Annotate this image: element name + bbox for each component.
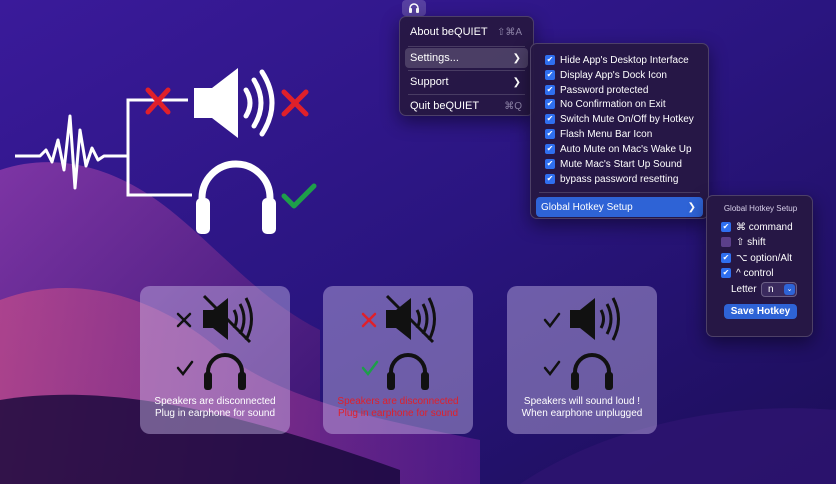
option-bypass-password-reset[interactable]: ✔ bypass password resetting	[545, 172, 678, 186]
checkbox-checked-icon: ✔	[545, 174, 555, 184]
menu-item-support[interactable]: Support ❯	[405, 72, 528, 92]
caption-line-1: Speakers will sound loud !	[523, 396, 641, 407]
option-mute-startup-sound[interactable]: ✔ Mute Mac's Start Up Sound	[545, 157, 682, 171]
card-caption: Speakers are disconnected Plug in earpho…	[323, 396, 473, 420]
headphones-icon	[204, 353, 246, 390]
speaker-icon	[194, 68, 275, 138]
chevron-right-icon: ❯	[687, 201, 696, 213]
modifier-shift[interactable]: ✔ ⇧ shift	[721, 235, 766, 249]
checkbox-checked-icon: ✔	[721, 222, 731, 232]
caption-line-1: Speakers are disconnected	[337, 396, 459, 407]
menu-separator	[539, 192, 700, 193]
option-label: Mute Mac's Start Up Sound	[560, 158, 682, 170]
menu-item-label: About beQUIET	[410, 26, 488, 38]
audio-routing-illustration	[15, 68, 317, 234]
headphones-icon	[196, 160, 276, 234]
letter-value: n	[768, 284, 774, 295]
cross-icon	[281, 89, 309, 117]
option-no-confirmation-exit[interactable]: ✔ No Confirmation on Exit	[545, 97, 666, 111]
modifier-label: ⌘ command	[736, 221, 793, 233]
menu-separator	[408, 46, 525, 47]
status-card-1: Speakers are disconnected Plug in earpho…	[140, 286, 290, 434]
hotkey-title: Global Hotkey Setup	[723, 204, 798, 213]
modifier-label: ^ control	[736, 267, 774, 279]
option-label: Switch Mute On/Off by Hotkey	[560, 113, 694, 125]
menu-separator	[408, 94, 525, 95]
option-display-dock-icon[interactable]: ✔ Display App's Dock Icon	[545, 68, 667, 82]
chevron-right-icon: ❯	[512, 52, 521, 64]
letter-label: Letter	[731, 284, 757, 295]
option-hide-desktop-interface[interactable]: ✔ Hide App's Desktop Interface	[545, 53, 689, 67]
headphones-icon	[387, 353, 429, 390]
option-label: Display App's Dock Icon	[560, 69, 667, 81]
chevron-right-icon: ❯	[512, 76, 521, 88]
app-menu: About beQUIET ⇧⌘A Settings... ❯ Support …	[399, 16, 534, 116]
caption-line-2: When earphone unplugged	[521, 408, 643, 419]
menu-item-global-hotkey-setup[interactable]: Global Hotkey Setup ❯	[536, 197, 703, 217]
headphones-icon	[409, 3, 419, 13]
checkbox-unchecked-icon: ✔	[721, 237, 731, 247]
menu-item-shortcut: ⌘Q	[504, 100, 522, 112]
speaker-muted-icon	[202, 294, 253, 344]
checkbox-checked-icon: ✔	[545, 114, 555, 124]
checkbox-checked-icon: ✔	[545, 129, 555, 139]
checkbox-checked-icon: ✔	[545, 85, 555, 95]
card-caption: Speakers will sound loud ! When earphone…	[507, 396, 657, 420]
status-card-2: Speakers are disconnected Plug in earpho…	[323, 286, 473, 434]
modifier-control[interactable]: ✔ ^ control	[721, 266, 774, 280]
checkbox-checked-icon: ✔	[545, 55, 555, 65]
checkbox-checked-icon: ✔	[545, 99, 555, 109]
menu-item-label: Settings...	[410, 52, 459, 64]
speaker-icon	[570, 297, 620, 341]
option-label: bypass password resetting	[560, 173, 679, 185]
menu-item-label: Support	[410, 76, 449, 88]
checkbox-checked-icon: ✔	[721, 253, 731, 263]
option-flash-menubar-icon[interactable]: ✔ Flash Menu Bar Icon	[545, 127, 652, 141]
card-caption: Speakers are disconnected Plug in earpho…	[140, 396, 290, 420]
status-card-3: Speakers will sound loud ! When earphone…	[507, 286, 657, 434]
check-icon	[361, 360, 379, 377]
checkbox-checked-icon: ✔	[721, 268, 731, 278]
modifier-label: ⇧ shift	[736, 236, 766, 248]
menu-item-shortcut: ⇧⌘A	[496, 26, 522, 38]
save-hotkey-button[interactable]: Save Hotkey	[724, 304, 797, 319]
letter-select[interactable]: n ⌄	[761, 282, 797, 297]
sound-wave-icon	[15, 114, 128, 190]
check-icon	[543, 360, 561, 377]
modifier-command[interactable]: ✔ ⌘ command	[721, 220, 793, 234]
option-switch-mute-hotkey[interactable]: ✔ Switch Mute On/Off by Hotkey	[545, 112, 694, 126]
menu-item-quit[interactable]: Quit beQUIET ⌘Q	[405, 96, 528, 116]
option-label: Flash Menu Bar Icon	[560, 128, 653, 140]
check-icon	[543, 312, 561, 329]
caption-line-2: Plug in earphone for sound	[337, 408, 459, 419]
modifier-label: ⌥ option/Alt	[736, 252, 792, 264]
menubar-app-icon[interactable]	[402, 0, 426, 16]
check-icon	[176, 360, 194, 377]
checkbox-checked-icon: ✔	[545, 144, 555, 154]
menu-item-about[interactable]: About beQUIET ⇧⌘A	[405, 22, 528, 42]
menu-item-settings[interactable]: Settings... ❯	[405, 48, 528, 68]
headphones-icon	[571, 353, 613, 390]
option-label: Auto Mute on Mac's Wake Up	[560, 143, 692, 155]
check-icon	[281, 183, 317, 209]
modifier-option[interactable]: ✔ ⌥ option/Alt	[721, 251, 792, 265]
cross-icon	[176, 312, 192, 328]
option-auto-mute-wake[interactable]: ✔ Auto Mute on Mac's Wake Up	[545, 142, 692, 156]
cross-icon	[361, 312, 377, 328]
option-password-protected[interactable]: ✔ Password protected	[545, 83, 648, 97]
settings-submenu: ✔ Hide App's Desktop Interface ✔ Display A…	[530, 43, 709, 219]
speaker-muted-icon	[385, 294, 436, 344]
option-label: Hide App's Desktop Interface	[560, 54, 689, 66]
menu-separator	[408, 70, 525, 71]
checkbox-checked-icon: ✔	[545, 159, 555, 169]
caption-line-2: Plug in earphone for sound	[154, 408, 276, 419]
menu-item-label: Global Hotkey Setup	[541, 201, 633, 213]
option-label: No Confirmation on Exit	[560, 98, 666, 110]
caption-line-1: Speakers are disconnected	[154, 396, 276, 407]
checkbox-checked-icon: ✔	[545, 70, 555, 80]
menu-item-label: Quit beQUIET	[410, 100, 480, 112]
option-label: Password protected	[560, 84, 649, 96]
chevron-down-icon: ⌄	[784, 284, 795, 295]
